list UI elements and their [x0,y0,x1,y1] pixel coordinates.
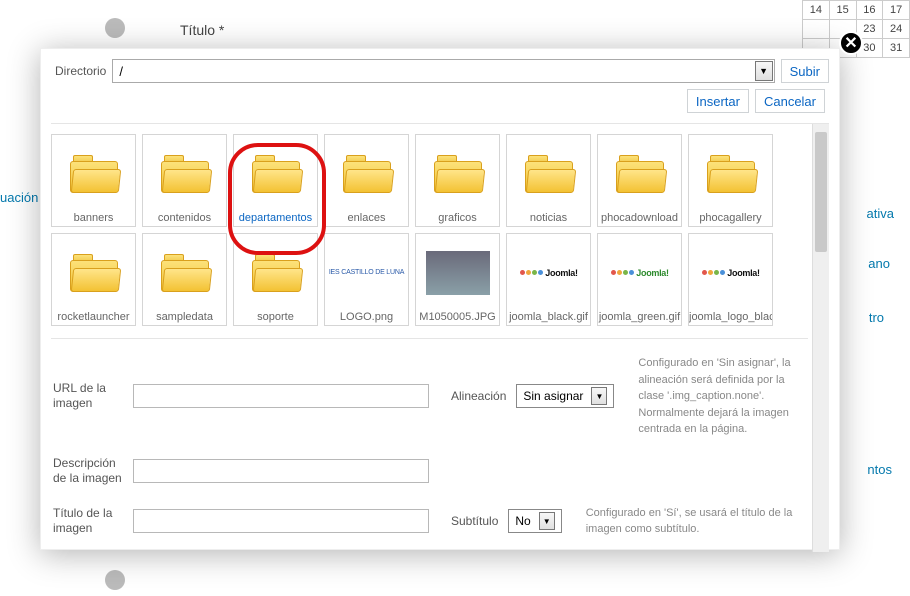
folder-item[interactable]: rocketlauncher [51,233,136,326]
folder-icon [252,135,300,212]
chevron-down-icon: ▼ [759,66,768,76]
directory-dropdown-button[interactable]: ▼ [755,61,773,81]
form-row-url: URL de la imagen Alineación Sin asignar … [51,351,808,452]
scrollbar-thumb[interactable] [815,132,827,252]
folder-icon [161,135,209,212]
folder-item[interactable]: contenidos [142,134,227,227]
image-thumbnail: Joomla! [701,234,759,311]
chevron-down-icon: ▼ [591,387,607,405]
close-icon: ✕ [844,33,857,53]
bg-link[interactable]: tro [869,310,884,325]
image-picker-dialog: ✕ Directorio / ▼ Subir Insertar Cancelar… [40,48,840,550]
desc-input[interactable] [133,459,429,483]
folder-item[interactable]: graficos [415,134,500,227]
dialog-action-row: Insertar Cancelar [41,87,839,123]
chevron-down-icon: ▼ [539,512,555,530]
align-value: Sin asignar [523,389,583,403]
file-item[interactable]: M1050005.JPG [415,233,500,326]
folder-icon [343,135,391,212]
file-item[interactable]: Joomla!joomla_black.gif [506,233,591,326]
item-label: phocadownload [598,212,681,224]
item-label: joomla_green.gif [598,311,681,323]
insert-button[interactable]: Insertar [687,89,749,113]
item-label: enlaces [325,212,408,224]
desc-label: Descripción de la imagen [53,456,123,487]
item-label: rocketlauncher [52,311,135,323]
bg-toolbar-icon [105,18,125,38]
folder-icon [252,234,300,311]
folder-icon [70,135,118,212]
folder-item[interactable]: phocagallery [688,134,773,227]
item-label: banners [52,212,135,224]
folder-icon [70,234,118,311]
close-button[interactable]: ✕ [839,31,863,55]
folder-icon [616,135,664,212]
image-thumbnail: Joomla! [610,234,668,311]
folder-item[interactable]: departamentos [233,134,318,227]
folder-item[interactable]: soporte [233,233,318,326]
image-thumbnail [426,234,490,311]
title-input[interactable] [133,509,429,533]
subtitle-help-text: Configurado en 'Sí', se usará el título … [586,505,808,538]
image-thumbnail: Joomla! [519,234,577,311]
item-label: phocagallery [689,212,772,224]
subtitle-select[interactable]: No ▼ [508,509,561,533]
file-item[interactable]: IES CASTILLO DE LUNALOGO.png [324,233,409,326]
item-label: graficos [416,212,499,224]
item-label: LOGO.png [325,311,408,323]
bg-link[interactable]: ano [868,256,890,271]
folder-item[interactable]: enlaces [324,134,409,227]
bg-toolbar-icon [105,570,125,590]
item-label: M1050005.JPG [416,311,499,323]
subtitle-label: Subtítulo [451,514,498,528]
directory-input[interactable]: / ▼ [112,59,774,83]
folder-item[interactable]: phocadownload [597,134,682,227]
folder-icon [525,135,573,212]
item-label: joomla_black.gif [507,311,590,323]
file-item[interactable]: Joomla!joomla_green.gif [597,233,682,326]
folder-icon [434,135,482,212]
directory-label: Directorio [55,64,106,78]
item-label: noticias [507,212,590,224]
folder-item[interactable]: sampledata [142,233,227,326]
title-label: Título de la imagen [53,506,123,537]
bg-link[interactable]: ntos [867,462,892,477]
item-label: sampledata [143,311,226,323]
folder-item[interactable]: noticias [506,134,591,227]
form-row-title: Título de la imagen Subtítulo No ▼ Confi… [51,501,808,552]
dialog-content: banners contenidos departamentos enlaces gra… [51,124,812,552]
form-row-desc: Descripción de la imagen [51,452,808,501]
cancel-button[interactable]: Cancelar [755,89,825,113]
folder-icon [161,234,209,311]
bg-field-label: Título * [180,22,224,38]
align-help-text: Configurado en 'Sin asignar', la alineac… [638,355,808,438]
divider [51,338,808,339]
folder-icon [707,135,755,212]
align-label: Alineación [451,389,506,403]
item-label: joomla_logo_black.gif [689,311,772,323]
directory-value: / [119,64,123,79]
bg-link[interactable]: uación [0,190,38,205]
directory-bar: Directorio / ▼ Subir [41,49,839,87]
bg-link[interactable]: ativa [867,206,894,221]
item-label: departamentos [234,212,317,224]
url-input[interactable] [133,384,429,408]
image-thumbnail: IES CASTILLO DE LUNA [329,234,404,311]
content-frame: banners contenidos departamentos enlaces gra… [51,123,829,552]
subtitle-value: No [515,514,530,528]
file-item[interactable]: Joomla!joomla_logo_black.gif [688,233,773,326]
item-label: soporte [234,311,317,323]
up-button[interactable]: Subir [781,59,829,83]
align-select[interactable]: Sin asignar ▼ [516,384,614,408]
folder-item[interactable]: banners [51,134,136,227]
vertical-scrollbar[interactable] [812,124,829,552]
item-grid: banners contenidos departamentos enlaces gra… [51,134,808,326]
item-label: contenidos [143,212,226,224]
url-label: URL de la imagen [53,381,123,412]
